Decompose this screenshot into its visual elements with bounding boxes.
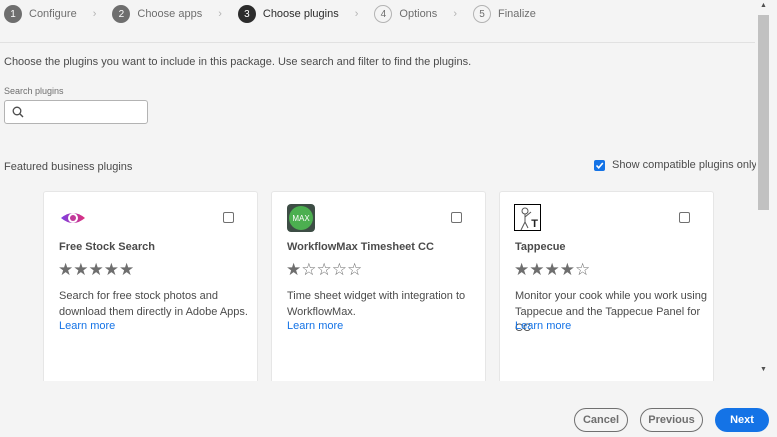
workflowmax-logo-icon: MAX — [287, 204, 315, 232]
select-plugin-checkbox[interactable] — [679, 212, 690, 223]
step-label: Choose plugins — [262, 8, 339, 20]
chevron-right-icon: › — [218, 8, 222, 20]
plugin-card: Free Stock Search ★★★★★ Search for free … — [43, 191, 258, 381]
plugin-title: Free Stock Search — [59, 241, 155, 253]
plugin-title: Tappecue — [515, 241, 566, 253]
plugin-title: WorkflowMax Timesheet CC — [287, 241, 434, 253]
scrollbar[interactable]: ▲ ▼ — [756, 0, 771, 381]
scroll-up-icon[interactable]: ▲ — [756, 2, 771, 9]
plugin-card: T Tappecue ★★★★☆ Monitor your cook while… — [499, 191, 714, 381]
step-configure[interactable]: 1 Configure — [4, 5, 77, 23]
previous-button[interactable]: Previous — [640, 408, 703, 432]
chevron-right-icon: › — [354, 8, 359, 20]
star-rating: ★★★★☆ — [514, 260, 591, 279]
step-options[interactable]: 4 Options — [374, 5, 437, 23]
plugin-description: Time sheet widget with integration to Wo… — [287, 290, 466, 318]
step-label: Options — [399, 8, 438, 20]
step-label: Choose apps — [137, 8, 203, 20]
step-number: 2 — [112, 5, 131, 23]
cancel-button[interactable]: Cancel — [574, 408, 628, 432]
select-plugin-checkbox[interactable] — [451, 212, 462, 223]
search-input[interactable] — [29, 103, 144, 121]
step-finalize[interactable]: 5 Finalize — [472, 5, 536, 23]
featured-heading: Featured business plugins — [4, 161, 133, 173]
step-number: 4 — [374, 5, 393, 23]
chef-logo-icon: T — [514, 204, 541, 231]
learn-more-link[interactable]: Learn more — [515, 320, 571, 332]
chevron-right-icon: › — [92, 8, 97, 20]
chevron-right-icon: › — [453, 8, 457, 20]
star-rating: ★☆☆☆☆ — [286, 260, 363, 279]
step-number: 5 — [472, 5, 491, 23]
search-icon — [12, 106, 24, 118]
step-label: Configure — [29, 8, 77, 20]
plugin-card: MAX WorkflowMax Timesheet CC ★☆☆☆☆ Time … — [271, 191, 486, 381]
step-label: Finalize — [497, 8, 536, 20]
compatible-only-checkbox[interactable]: Show compatible plugins only — [594, 159, 757, 171]
learn-more-link[interactable]: Learn more — [59, 320, 115, 332]
scrollbar-thumb[interactable] — [758, 15, 769, 210]
scroll-down-icon[interactable]: ▼ — [756, 366, 771, 373]
checkmark-icon[interactable] — [594, 159, 605, 171]
plugin-description: Search for free stock photos and downloa… — [59, 290, 248, 318]
intro-text: Choose the plugins you want to include i… — [4, 56, 472, 68]
stepper: 1 Configure › 2 Choose apps › 3 Choose plug… — [4, 5, 536, 23]
select-plugin-checkbox[interactable] — [223, 212, 234, 223]
star-rating: ★★★★★ — [58, 260, 135, 279]
next-button[interactable]: Next — [715, 408, 769, 432]
step-number: 1 — [4, 5, 22, 23]
step-choose-plugins[interactable]: 3 Choose plugins — [237, 5, 339, 23]
step-number: 3 — [237, 5, 256, 23]
divider — [0, 42, 755, 43]
learn-more-link[interactable]: Learn more — [287, 320, 343, 332]
search-label: Search plugins — [4, 86, 64, 96]
compatible-only-label: Show compatible plugins only — [612, 159, 757, 171]
search-field[interactable] — [4, 100, 148, 124]
step-choose-apps[interactable]: 2 Choose apps — [112, 5, 202, 23]
logo-text: MAX — [289, 206, 313, 230]
eye-logo-icon — [61, 213, 85, 223]
